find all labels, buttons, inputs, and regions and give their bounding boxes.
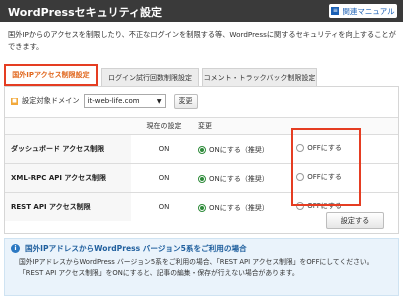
change-domain-button[interactable]: 変更 (173, 93, 198, 109)
on-option-label: ONにする（推奨） (209, 204, 269, 212)
on-option[interactable]: ONにする（推奨） (198, 145, 294, 155)
page-header: WordPressセキュリティ設定 ≡ 関連マニュアル (0, 0, 403, 22)
info-notice: i 国外IPアドレスからWordPress バージョン5系をご利用の場合 国外I… (4, 238, 399, 296)
page-title: WordPressセキュリティ設定 (8, 6, 162, 19)
manual-link-button[interactable]: ≡ 関連マニュアル (329, 4, 397, 18)
notice-title: 国外IPアドレスからWordPress バージョン5系をご利用の場合 (25, 244, 247, 253)
tab-foreign-ip[interactable]: 国外IPアクセス制限設定 (4, 64, 98, 86)
chevron-down-icon: ▼ (156, 97, 162, 105)
off-options-highlight (291, 128, 361, 206)
current-value: ON (131, 163, 197, 193)
book-icon: ≡ (331, 7, 340, 15)
notice-header: i 国外IPアドレスからWordPress バージョン5系をご利用の場合 (11, 243, 247, 254)
on-option-label: ONにする（推奨） (209, 175, 269, 183)
tab-login-attempts[interactable]: ログイン試行回数制限設定 (101, 68, 199, 86)
radio-on[interactable] (198, 204, 206, 212)
on-option[interactable]: ONにする（推奨） (198, 203, 294, 213)
header-current: 現在の設定 (131, 117, 197, 135)
row-label: ダッシュボード アクセス制限 (5, 134, 131, 164)
row-label: REST API アクセス制限 (5, 192, 131, 221)
save-settings-button[interactable]: 設定する (326, 212, 384, 229)
current-value: ON (131, 134, 197, 164)
header-blank (5, 117, 131, 135)
domain-row: ■ 設定対象ドメイン it-web-life.com ▼ 変更 (11, 93, 198, 109)
domain-select[interactable]: it-web-life.com ▼ (83, 94, 166, 108)
domain-icon: ■ (11, 97, 18, 105)
row-label: XML-RPC API アクセス制限 (5, 163, 131, 193)
domain-label: 設定対象ドメイン (22, 96, 80, 105)
manual-link-label: 関連マニュアル (342, 6, 395, 16)
domain-selected-value: it-web-life.com (87, 97, 140, 105)
intro-text: 国外IPからのアクセスを制限したり、不正なログインを制限する等、WordPres… (8, 30, 396, 51)
on-option[interactable]: ONにする（推奨） (198, 174, 294, 184)
radio-on[interactable] (198, 146, 206, 154)
radio-on[interactable] (198, 175, 206, 183)
info-icon: i (11, 244, 20, 253)
notice-body: 国外IPアドレスからWordPress バージョン5系をご利用の場合、「REST… (19, 258, 374, 277)
on-option-label: ONにする（推奨） (209, 146, 269, 154)
current-value: ON (131, 192, 197, 221)
tab-comment-trackback[interactable]: コメント・トラックバック制限設定 (202, 68, 317, 86)
